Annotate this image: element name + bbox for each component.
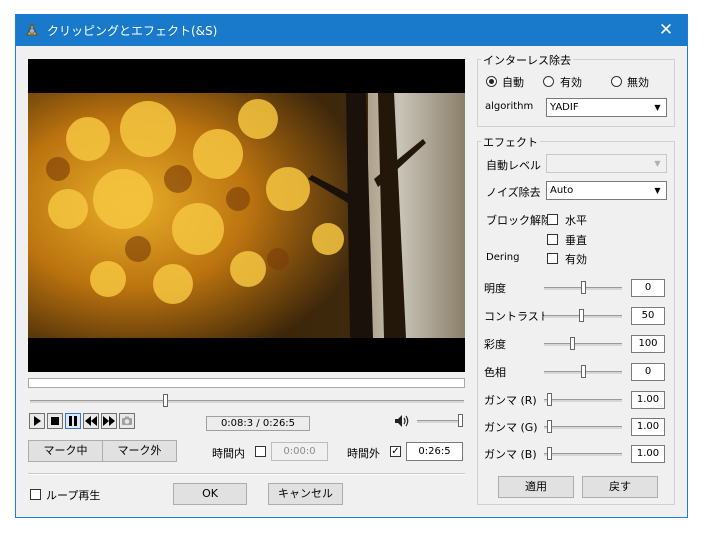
time-out-field[interactable]: 0:26:5: [406, 442, 463, 461]
fast-forward-button[interactable]: [101, 413, 117, 429]
gamma-b-slider-track[interactable]: [544, 453, 622, 456]
mark-out-button[interactable]: マーク外: [102, 440, 177, 462]
loop-label: ループ再生: [46, 489, 101, 502]
saturation-slider-thumb[interactable]: [570, 337, 575, 350]
volume-slider-track[interactable]: [417, 420, 463, 423]
gamma-r-slider-track[interactable]: [544, 399, 622, 402]
seek-bar[interactable]: [28, 378, 465, 388]
play-icon: [34, 416, 41, 426]
divider: [28, 473, 465, 475]
noise-reduction-value: Auto: [550, 185, 574, 196]
fast-forward-icon: [103, 416, 115, 426]
gamma-b-slider-thumb[interactable]: [547, 447, 552, 460]
deinterlace-option-auto: 自動: [502, 76, 524, 89]
play-button[interactable]: [29, 413, 45, 429]
auto-level-select[interactable]: ▼: [546, 154, 667, 173]
deblock-horizontal-checkbox[interactable]: [547, 214, 558, 225]
apply-button[interactable]: 適用: [498, 476, 574, 498]
title-bar[interactable]: クリッピングとエフェクト(&S) ✕: [16, 15, 687, 46]
gamma-r-label: ガンマ (R): [484, 394, 537, 407]
brightness-label: 明度: [484, 282, 506, 295]
time-in-label: 時間内: [212, 447, 245, 460]
contrast-value[interactable]: 50: [631, 307, 665, 325]
dering-label: Dering: [486, 252, 520, 263]
time-in-field[interactable]: 0:00:0: [271, 442, 328, 461]
position-slider-track[interactable]: [30, 400, 464, 403]
loop-checkbox[interactable]: [30, 489, 41, 500]
speaker-icon[interactable]: [393, 413, 411, 429]
gamma-g-value[interactable]: 1.00: [631, 418, 665, 436]
ok-button[interactable]: OK: [173, 483, 247, 505]
deinterlace-option-enable: 有効: [560, 76, 582, 89]
algorithm-select[interactable]: YADIF ▼: [546, 98, 667, 117]
app-icon: [26, 22, 38, 36]
brightness-value[interactable]: 0: [631, 279, 665, 297]
contrast-label: コントラスト: [484, 310, 550, 323]
revert-button[interactable]: 戻す: [582, 476, 658, 498]
video-frame-image: [28, 59, 465, 372]
noise-reduction-select[interactable]: Auto ▼: [546, 181, 667, 200]
dering-enable-label: 有効: [565, 253, 587, 266]
gamma-r-value[interactable]: 1.00: [631, 391, 665, 409]
close-button[interactable]: ✕: [645, 15, 687, 46]
auto-level-label: 自動レベル: [486, 159, 541, 172]
algorithm-value: YADIF: [550, 102, 579, 113]
gamma-b-value[interactable]: 1.00: [631, 445, 665, 463]
hue-value[interactable]: 0: [631, 363, 665, 381]
dialog-window: クリッピングとエフェクト(&S) ✕ 0:08:3 / 0:26:5 マーク中 …: [15, 14, 688, 518]
deinterlace-radio-disable[interactable]: [611, 76, 622, 87]
hue-slider-thumb[interactable]: [581, 365, 586, 378]
stop-button[interactable]: [47, 413, 63, 429]
position-slider-thumb[interactable]: [163, 394, 168, 407]
stop-icon: [51, 417, 59, 425]
deinterlace-radio-enable[interactable]: [543, 76, 554, 87]
saturation-slider-track[interactable]: [544, 343, 622, 346]
noise-reduction-label: ノイズ除去: [486, 186, 541, 199]
hue-label: 色相: [484, 366, 506, 379]
deinterlace-radio-auto[interactable]: [486, 76, 497, 87]
gamma-g-slider-thumb[interactable]: [547, 420, 552, 433]
saturation-label: 彩度: [484, 338, 506, 351]
mark-in-button[interactable]: マーク中: [28, 440, 103, 462]
deblock-horizontal-label: 水平: [565, 214, 587, 227]
time-in-checkbox[interactable]: [255, 446, 266, 457]
chevron-down-icon: ▼: [654, 186, 661, 195]
video-preview[interactable]: [28, 59, 465, 372]
camera-icon: [122, 416, 132, 425]
pause-button[interactable]: [65, 413, 81, 429]
deblock-vertical-checkbox[interactable]: [547, 234, 558, 245]
deinterlace-group-label: インターレス除去: [481, 52, 573, 68]
deblock-label: ブロック解除: [486, 214, 552, 227]
dering-checkbox[interactable]: [547, 253, 558, 264]
chevron-down-icon: ▼: [654, 103, 661, 112]
time-out-label: 時間外: [347, 447, 380, 460]
snapshot-button[interactable]: [119, 413, 135, 429]
time-display: 0:08:3 / 0:26:5: [206, 416, 310, 431]
brightness-slider-thumb[interactable]: [581, 281, 586, 294]
deinterlace-option-disable: 無効: [627, 76, 649, 89]
window-title: クリッピングとエフェクト(&S): [47, 24, 218, 38]
deblock-vertical-label: 垂直: [565, 234, 587, 247]
gamma-g-slider-track[interactable]: [544, 426, 622, 429]
gamma-g-label: ガンマ (G): [484, 421, 538, 434]
volume-slider-thumb[interactable]: [458, 414, 463, 427]
contrast-slider-thumb[interactable]: [579, 309, 584, 322]
saturation-value[interactable]: 100: [631, 335, 665, 353]
rewind-icon: [85, 416, 97, 426]
gamma-b-label: ガンマ (B): [484, 448, 537, 461]
chevron-down-icon: ▼: [654, 159, 661, 168]
algorithm-label: algorithm: [485, 101, 534, 112]
rewind-button[interactable]: [83, 413, 99, 429]
effect-group-label: エフェクト: [481, 134, 540, 150]
gamma-r-slider-thumb[interactable]: [547, 393, 552, 406]
check-mark-icon: ✓: [391, 446, 400, 457]
cancel-button[interactable]: キャンセル: [268, 483, 343, 505]
time-out-checkbox[interactable]: ✓: [390, 446, 401, 457]
pause-icon: [69, 416, 77, 426]
